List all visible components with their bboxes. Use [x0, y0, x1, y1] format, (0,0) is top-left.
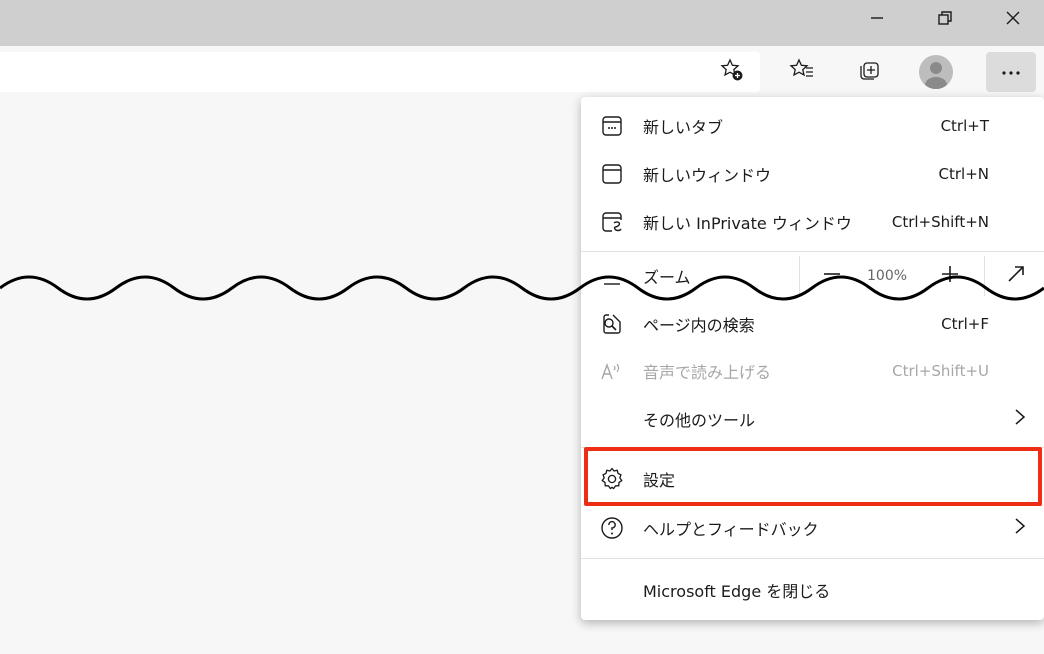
menu-item-label: 音声で読み上げる — [643, 363, 772, 382]
minimize-button[interactable] — [854, 0, 900, 40]
help-icon — [599, 515, 625, 541]
settings-and-more-menu: 新しいタブ Ctrl+T 新しいウィンドウ Ctrl+N 新しい InPriva… — [581, 97, 1044, 620]
close-icon — [1005, 10, 1021, 30]
menu-item-read-aloud[interactable]: 音声で読み上げる Ctrl+Shift+U — [581, 347, 1044, 395]
chevron-right-icon — [1012, 407, 1028, 431]
menu-divider — [581, 558, 1044, 559]
favorites-button[interactable] — [782, 52, 822, 92]
settings-highlight-box — [584, 447, 1042, 506]
wave-break — [0, 275, 1044, 301]
shortcut-label: Ctrl+Shift+N — [891, 213, 989, 231]
menu-item-label: 新しいタブ — [643, 118, 724, 137]
read-aloud-icon — [599, 358, 625, 384]
profile-button[interactable] — [916, 52, 956, 92]
close-window-button[interactable] — [990, 0, 1036, 40]
menu-item-label: 新しい InPrivate ウィンドウ — [643, 214, 852, 233]
profile-avatar — [919, 55, 953, 89]
menu-item-new-inprivate-window[interactable]: 新しい InPrivate ウィンドウ Ctrl+Shift+N — [581, 198, 1044, 246]
shortcut-label: Ctrl+F — [941, 315, 989, 333]
collections-button[interactable] — [849, 52, 889, 92]
shortcut-label: Ctrl+Shift+U — [892, 362, 989, 380]
menu-item-close-edge[interactable]: Microsoft Edge を閉じる — [581, 566, 1044, 614]
title-bar — [0, 0, 1044, 46]
shortcut-label: Ctrl+T — [940, 117, 989, 135]
new-tab-icon — [599, 113, 625, 139]
new-window-icon — [599, 161, 625, 187]
chevron-right-icon — [1012, 516, 1028, 540]
menu-item-label: Microsoft Edge を閉じる — [643, 582, 831, 601]
menu-item-new-window[interactable]: 新しいウィンドウ Ctrl+N — [581, 150, 1044, 198]
menu-item-label: その他のツール — [643, 411, 756, 430]
add-favorite-button[interactable] — [712, 52, 752, 92]
menu-item-label: ヘルプとフィードバック — [643, 520, 819, 539]
menu-item-more-tools[interactable]: その他のツール — [581, 395, 1044, 443]
restore-icon — [937, 10, 953, 30]
more-icon — [999, 63, 1023, 82]
minimize-icon — [869, 10, 885, 30]
menu-item-label: 新しいウィンドウ — [643, 166, 772, 185]
address-bar[interactable] — [0, 52, 760, 92]
collections-icon — [856, 57, 882, 87]
shortcut-label: Ctrl+N — [938, 165, 989, 183]
menu-item-help-feedback[interactable]: ヘルプとフィードバック — [581, 504, 1044, 552]
restore-button[interactable] — [922, 0, 968, 40]
inprivate-icon — [599, 209, 625, 235]
menu-item-label: ページ内の検索 — [643, 316, 755, 335]
more-button[interactable] — [986, 52, 1036, 92]
find-on-page-icon — [599, 311, 625, 337]
menu-item-new-tab[interactable]: 新しいタブ Ctrl+T — [581, 102, 1044, 150]
favorites-icon — [789, 57, 815, 87]
add-favorite-icon — [719, 57, 745, 87]
